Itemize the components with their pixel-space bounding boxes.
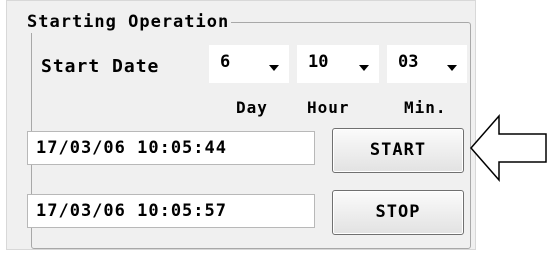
minute-unit-label: Min. [404,98,447,117]
day-select-value: 6 [220,52,231,72]
hour-select-value: 10 [308,52,329,72]
day-select[interactable]: 6 [209,45,289,83]
hour-unit-label: Hour [307,98,350,117]
hour-select[interactable]: 10 [297,45,379,83]
chevron-down-icon [447,65,457,71]
chevron-down-icon [269,65,279,71]
chevron-down-icon [359,65,369,71]
group-title: Starting Operation [25,11,232,33]
minute-select[interactable]: 03 [387,45,467,83]
operation-panel: Starting Operation Start Date 6 10 03 Da… [6,0,476,250]
start-date-label: Start Date [41,56,160,77]
stop-timestamp-field: 17/03/06 10:05:57 [27,194,315,228]
left-arrow-icon [470,114,547,182]
day-unit-label: Day [236,98,268,117]
start-timestamp-field: 17/03/06 10:05:44 [27,131,315,165]
minute-select-value: 03 [398,52,419,72]
stop-button[interactable]: STOP [332,190,464,235]
start-button[interactable]: START [332,128,464,173]
